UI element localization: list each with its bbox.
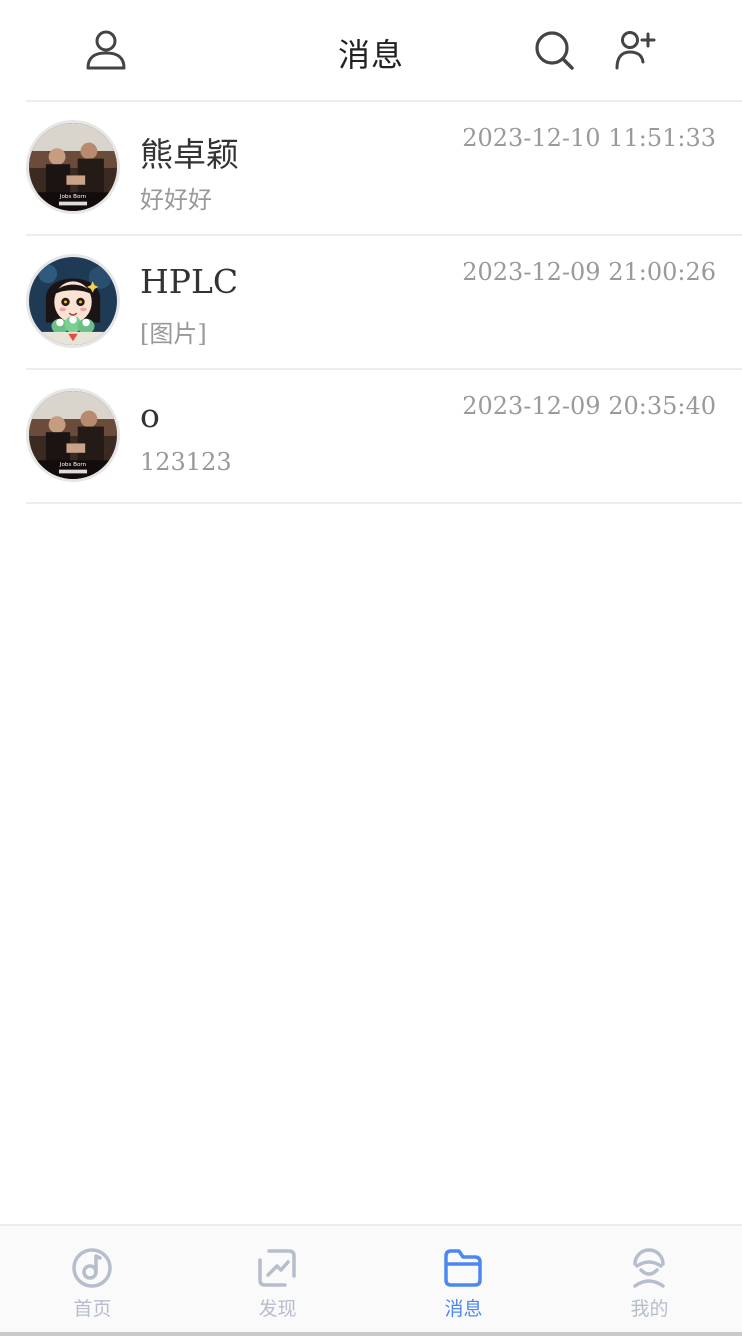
search-icon[interactable] bbox=[532, 28, 576, 72]
add-user-icon[interactable] bbox=[612, 28, 658, 72]
avatar-photo-image: Jobs Born bbox=[29, 391, 117, 479]
message-preview: [图片] bbox=[140, 320, 207, 348]
svg-text:Jobs Born: Jobs Born bbox=[59, 194, 87, 200]
avatar[interactable] bbox=[26, 254, 120, 348]
tab-messages[interactable]: 消息 bbox=[371, 1226, 556, 1336]
avatar[interactable]: Jobs Born bbox=[26, 388, 120, 482]
message-item[interactable]: Jobs Born 熊卓颖 好好好 2023-12-10 11:51:33 bbox=[0, 102, 742, 236]
message-time: 2023-12-09 20:35:40 bbox=[462, 392, 716, 420]
contact-name: o bbox=[140, 396, 160, 435]
divider bbox=[26, 502, 742, 504]
tab-profile[interactable]: 我的 bbox=[557, 1226, 742, 1336]
tab-label: 我的 bbox=[630, 1298, 669, 1320]
tab-home[interactable]: 首页 bbox=[0, 1226, 185, 1336]
tab-label: 首页 bbox=[73, 1298, 112, 1320]
message-item[interactable]: HPLC [图片] 2023-12-09 21:00:26 bbox=[0, 236, 742, 370]
music-disc-icon bbox=[72, 1248, 112, 1288]
tab-label: 发现 bbox=[258, 1298, 297, 1320]
tab-discover[interactable]: 发现 bbox=[185, 1226, 370, 1336]
top-bar: 消息 bbox=[0, 0, 742, 100]
profile-face-icon bbox=[633, 1248, 665, 1288]
folder-icon bbox=[444, 1249, 482, 1287]
svg-text:Jobs Born: Jobs Born bbox=[59, 462, 87, 468]
bottom-edge bbox=[0, 1332, 742, 1336]
discover-icon bbox=[258, 1249, 296, 1287]
message-item[interactable]: Jobs Born o 123123 2023-12-09 20:35:40 bbox=[0, 370, 742, 504]
message-preview: 好好好 bbox=[140, 186, 212, 214]
contact-name: HPLC bbox=[140, 262, 239, 301]
avatar-photo-image: Jobs Born bbox=[29, 123, 117, 211]
message-time: 2023-12-10 11:51:33 bbox=[462, 124, 716, 152]
message-preview: 123123 bbox=[140, 448, 232, 476]
bottom-tab-bar: 首页 发现 消息 我的 bbox=[0, 1224, 742, 1336]
contact-name: 熊卓颖 bbox=[140, 135, 239, 174]
tab-label: 消息 bbox=[444, 1298, 483, 1320]
avatar[interactable]: Jobs Born bbox=[26, 120, 120, 214]
message-time: 2023-12-09 21:00:26 bbox=[462, 258, 716, 286]
avatar-cartoon-image bbox=[29, 257, 117, 345]
message-list: Jobs Born 熊卓颖 好好好 2023-12-10 11:51:33 HP… bbox=[0, 102, 742, 504]
